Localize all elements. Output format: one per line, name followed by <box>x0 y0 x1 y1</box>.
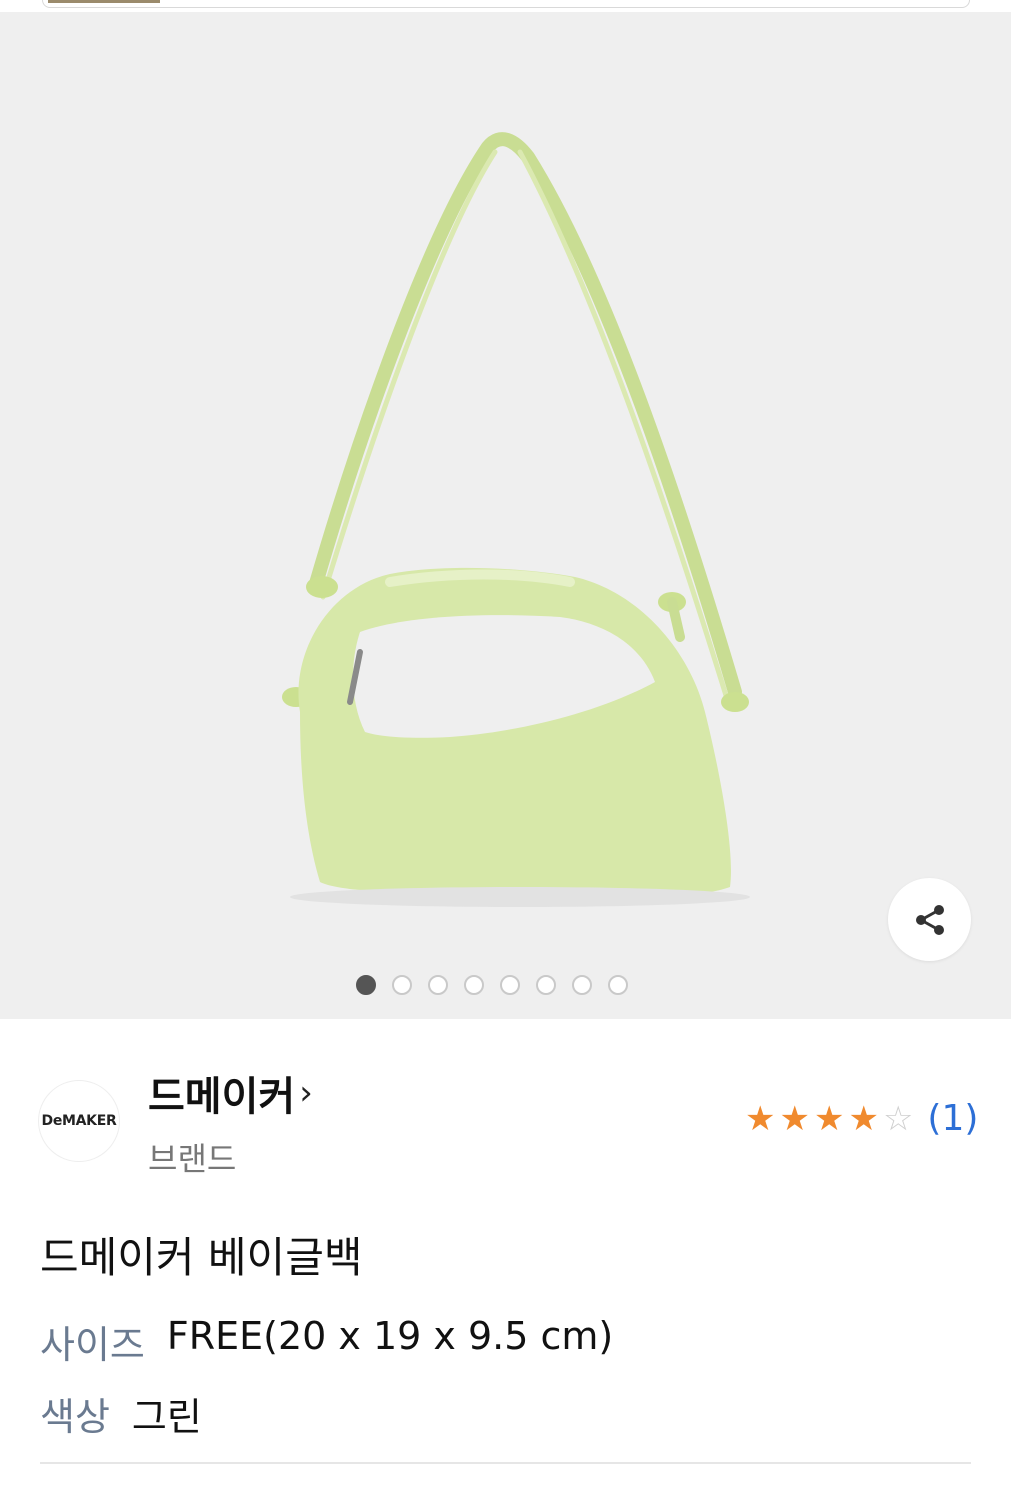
review-count[interactable]: (1) <box>927 1098 978 1139</box>
brand-name-link[interactable]: 드메이커 › <box>148 1064 313 1122</box>
product-bag-image <box>282 132 750 907</box>
spec-color: 색상 그린 <box>40 1386 202 1441</box>
star-icon: ★ <box>813 1098 845 1139</box>
top-bar-edge <box>42 0 970 8</box>
brand-subtitle: 브랜드 <box>148 1140 237 1178</box>
spec-value: FREE(20 x 19 x 9.5 cm) <box>166 1314 614 1358</box>
gallery-dot[interactable] <box>392 975 412 995</box>
share-button[interactable] <box>888 878 971 961</box>
gallery-pagination <box>356 975 628 999</box>
share-icon <box>915 904 944 935</box>
gallery-dot[interactable] <box>356 975 376 995</box>
star-icon: ★ <box>745 1098 776 1139</box>
gallery-dot[interactable] <box>500 975 520 995</box>
star-icon: ★ <box>779 1098 810 1139</box>
gallery-dot[interactable] <box>608 975 628 995</box>
gallery-dot[interactable] <box>464 975 484 995</box>
top-thumbnail-edge <box>48 0 160 3</box>
star-empty-icon: ☆ <box>882 1098 914 1139</box>
gallery-dot[interactable] <box>572 975 592 995</box>
top-strip <box>0 0 1011 12</box>
spec-size: 사이즈 FREE(20 x 19 x 9.5 cm) <box>40 1314 613 1369</box>
gallery-dot[interactable] <box>536 975 556 995</box>
brand-logo-text: DeMAKER <box>41 1113 117 1129</box>
product-title: 드메이커 베이글백 <box>40 1233 363 1282</box>
spec-label: 사이즈 <box>40 1323 145 1367</box>
star-icon: ★ <box>848 1098 879 1139</box>
spec-label: 색상 <box>40 1395 110 1439</box>
product-image-area[interactable] <box>0 12 1011 1019</box>
rating[interactable]: ★ ★ ★ ★ ☆ (1) <box>745 1098 978 1139</box>
spec-value: 그린 <box>131 1395 202 1439</box>
divider <box>40 1462 971 1464</box>
brand-name: 드메이커 <box>148 1074 296 1120</box>
chevron-right-icon: › <box>299 1073 313 1113</box>
brand-logo[interactable]: DeMAKER <box>38 1080 120 1162</box>
gallery-dot[interactable] <box>428 975 448 995</box>
